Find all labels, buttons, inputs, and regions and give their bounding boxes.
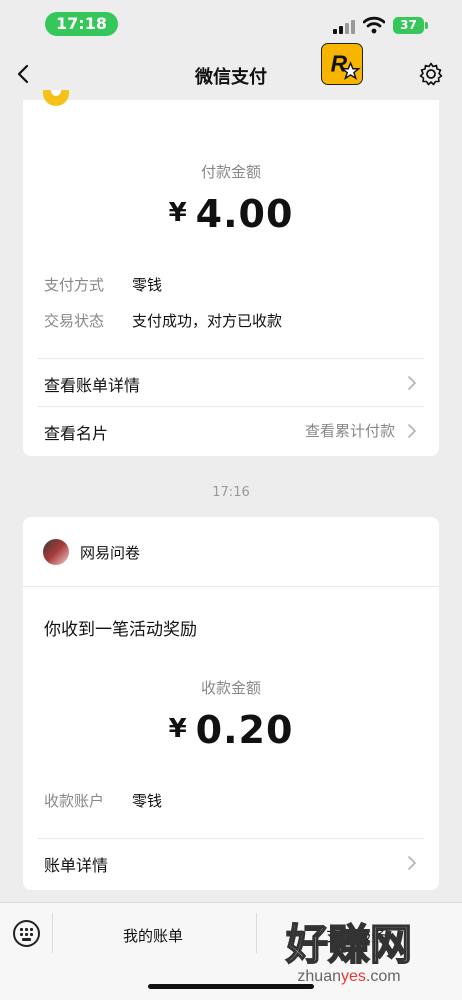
currency-symbol: ¥ [168, 714, 188, 744]
settings-gear-icon[interactable] [418, 61, 444, 87]
keyboard-icon[interactable] [13, 920, 40, 947]
rockstar-logo-icon: R [321, 43, 363, 85]
payment-amount-label: 付款金额 [200, 163, 261, 181]
view-cumulative-payments-link[interactable]: 查看累计付款 [305, 420, 395, 441]
info-key: 收款账户 [44, 792, 105, 810]
chevron-right-icon [408, 376, 417, 390]
info-value: 支付成功，对方已收款 [132, 312, 283, 330]
merchant-header[interactable]: 网易问卷 [23, 517, 439, 587]
receive-amount-value: 0.20 [195, 708, 294, 752]
receive-amount: ¥0.20 [23, 708, 439, 752]
info-value: 零钱 [132, 792, 163, 810]
view-bill-details-link[interactable]: 查看账单详情 [23, 359, 439, 407]
message-timestamp: 17:16 [212, 485, 250, 500]
menu-payment-services[interactable]: 支付服务 [326, 925, 386, 946]
link-label: 查看名片 [44, 424, 109, 443]
info-value: 零钱 [132, 276, 163, 294]
divider [256, 913, 257, 953]
reward-card: 网易问卷 你收到一笔活动奖励 收款金额 ¥0.20 收款账户 零钱 账单详情 [23, 517, 439, 890]
status-time: 17:18 [45, 12, 118, 36]
merchant-name: 网易问卷 [80, 544, 141, 562]
merchant-avatar [43, 539, 69, 565]
payment-amount-value: 4.00 [195, 192, 294, 236]
divider [52, 913, 53, 953]
receive-amount-label: 收款金额 [200, 679, 261, 697]
payment-amount: ¥4.00 [23, 192, 439, 236]
link-label: 账单详情 [44, 856, 109, 875]
status-bar: 17:18 37 [0, 0, 462, 48]
home-indicator [148, 984, 314, 989]
battery-indicator: 37 [393, 17, 424, 34]
view-business-card-link[interactable]: 查看名片 查看累计付款 [23, 407, 439, 455]
cellular-signal-icon [333, 18, 355, 34]
info-key: 支付方式 [44, 276, 105, 294]
info-row-payment-method: 支付方式 零钱 [44, 274, 162, 295]
payment-card: 付款金额 ¥4.00 支付方式 零钱 交易状态 支付成功，对方已收款 查看账单详情 … [23, 90, 439, 456]
info-row-receive-account: 收款账户 零钱 [44, 790, 162, 811]
currency-symbol: ¥ [168, 198, 188, 228]
bill-details-link[interactable]: 账单详情 [23, 839, 439, 887]
reward-heading: 你收到一笔活动奖励 [44, 620, 197, 640]
divider [23, 586, 439, 587]
battery-tip [425, 22, 428, 29]
nav-bar: 微信支付 [0, 48, 462, 100]
chevron-right-icon [408, 424, 417, 438]
svg-text:R: R [331, 51, 348, 77]
info-key: 交易状态 [44, 312, 105, 330]
menu-my-bills[interactable]: 我的账单 [123, 925, 183, 946]
merchant-avatar-partial [43, 90, 69, 106]
wifi-icon [363, 16, 385, 34]
info-row-transaction-status: 交易状态 支付成功，对方已收款 [44, 310, 282, 331]
link-label: 查看账单详情 [44, 376, 141, 395]
chevron-right-icon [408, 856, 417, 870]
page-title: 微信支付 [195, 67, 267, 88]
